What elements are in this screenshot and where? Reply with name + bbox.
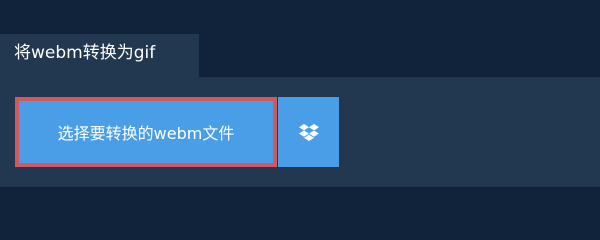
tab-webm-to-gif[interactable]: 将webm转换为gif: [0, 34, 199, 77]
dropbox-button[interactable]: [278, 97, 339, 167]
tab-label: 将webm转换为gif: [14, 43, 156, 63]
select-file-label: 选择要转换的webm文件: [57, 124, 235, 143]
dropbox-icon: [298, 123, 319, 141]
upload-panel: 选择要转换的webm文件: [0, 77, 600, 187]
upload-button-group: 选择要转换的webm文件: [15, 97, 339, 167]
select-file-button[interactable]: 选择要转换的webm文件: [15, 97, 277, 167]
